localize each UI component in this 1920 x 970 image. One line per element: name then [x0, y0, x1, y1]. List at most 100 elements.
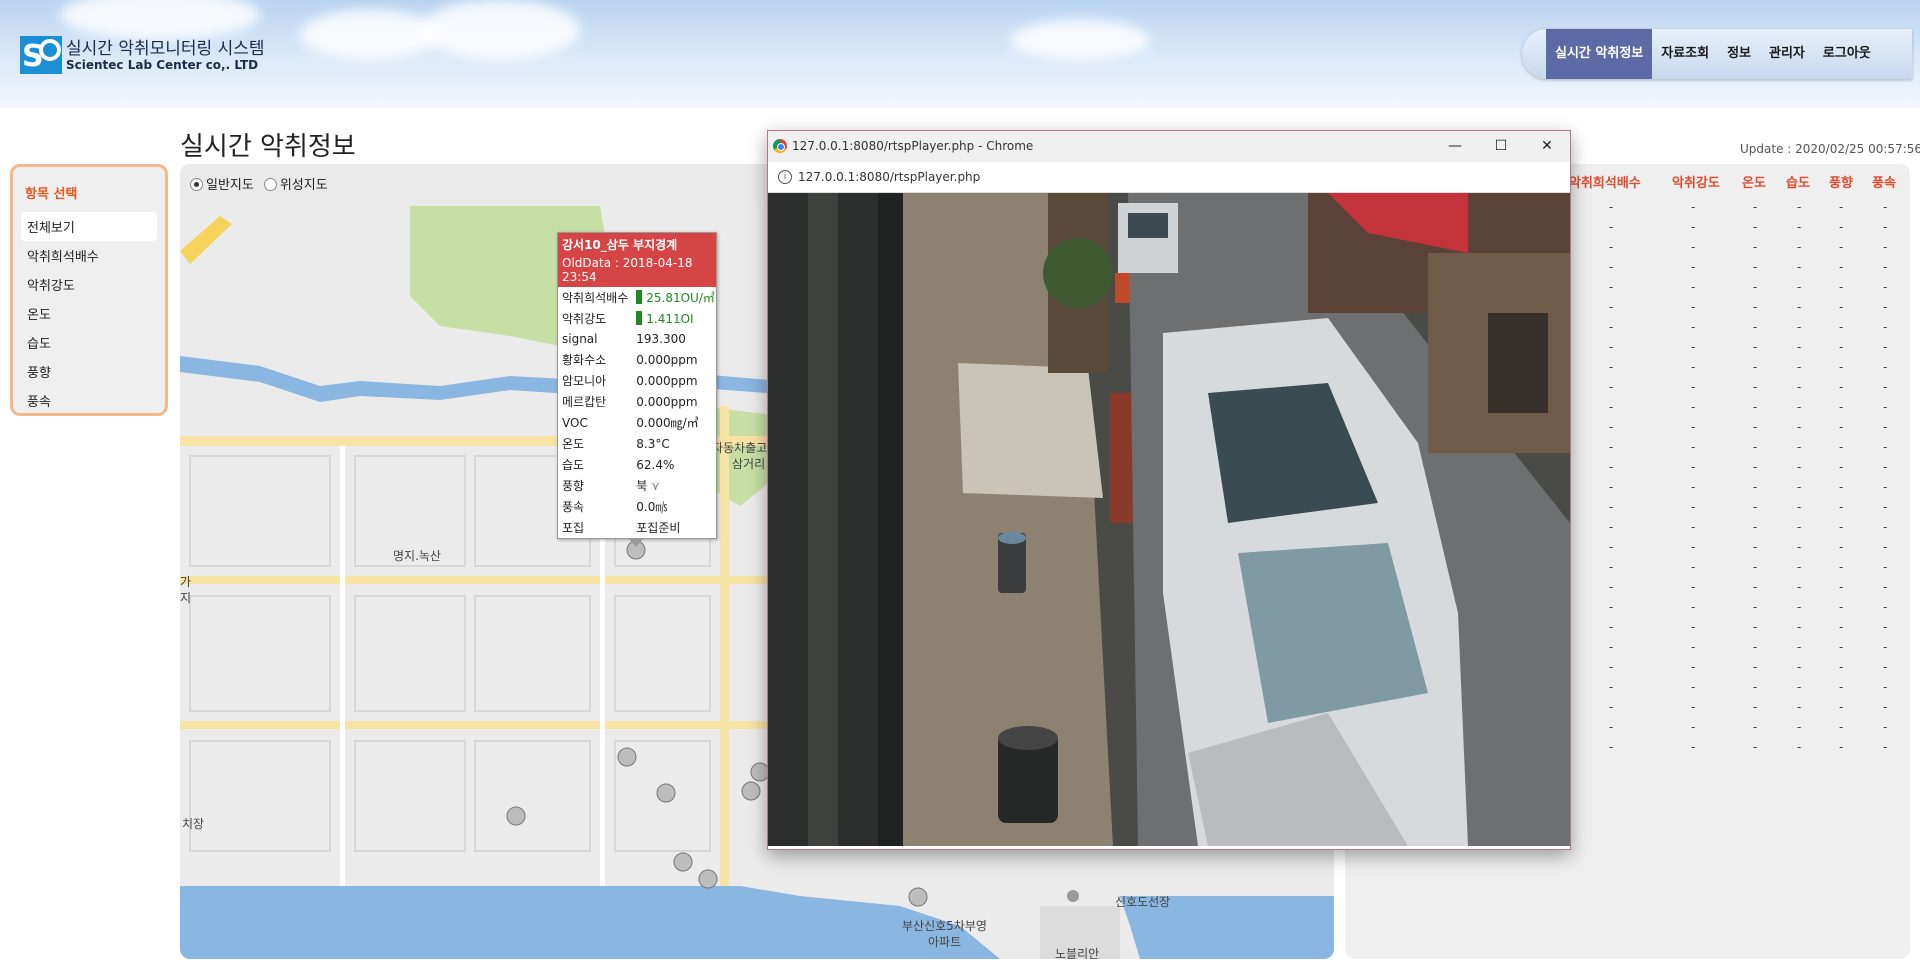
- col-header-dilution[interactable]: 악취희석배수: [1569, 172, 1641, 192]
- sensor-marker[interactable]: [741, 781, 761, 801]
- station-info-popup[interactable]: 강서10_삼두 부지경계 OldData : 2018-04-18 23:54 …: [557, 232, 719, 547]
- sensor-marker[interactable]: [908, 887, 928, 907]
- sensor-marker[interactable]: [1067, 890, 1079, 902]
- table-cell: -: [1691, 300, 1696, 314]
- table-cell: -: [1883, 240, 1888, 254]
- cloud-decoration: [420, 0, 580, 60]
- nav-info[interactable]: 정보: [1718, 29, 1760, 79]
- nav-realtime-odor[interactable]: 실시간 악취정보: [1546, 29, 1653, 79]
- table-cell: -: [1883, 480, 1888, 494]
- table-cell: -: [1883, 200, 1888, 214]
- table-cell: -: [1797, 260, 1802, 274]
- table-cell: -: [1609, 280, 1614, 294]
- table-cell: -: [1753, 620, 1758, 634]
- company-name: Scientec Lab Center co,. LTD: [66, 58, 259, 72]
- logo-icon: S: [20, 36, 62, 74]
- sidebar-item-wind-speed[interactable]: 풍속: [21, 386, 157, 415]
- old-data-timestamp: OldData : 2018-04-18 23:54: [562, 256, 693, 284]
- table-cell: -: [1883, 420, 1888, 434]
- table-cell: -: [1797, 580, 1802, 594]
- sensor-marker[interactable]: [617, 747, 637, 767]
- table-cell: -: [1691, 600, 1696, 614]
- table-cell: -: [1839, 220, 1844, 234]
- close-button[interactable]: ✕: [1524, 131, 1570, 162]
- table-cell: -: [1839, 360, 1844, 374]
- col-header-temperature[interactable]: 온도: [1742, 172, 1766, 192]
- measure-label: VOC: [562, 415, 588, 430]
- sidebar-item-temperature[interactable]: 온도: [21, 299, 157, 328]
- measure-value-cell: 1.411OI: [632, 308, 719, 329]
- table-cell: -: [1609, 500, 1614, 514]
- address-bar[interactable]: i 127.0.0.1:8080/rtspPlayer.php: [768, 162, 1570, 193]
- sidebar-item-all[interactable]: 전체보기: [21, 212, 157, 241]
- measure-label: 풍속: [562, 500, 585, 514]
- info-icon[interactable]: i: [778, 170, 792, 184]
- sensor-marker[interactable]: [506, 806, 526, 826]
- table-cell: -: [1839, 580, 1844, 594]
- radio-icon[interactable]: [190, 178, 203, 191]
- radio-icon[interactable]: [263, 178, 277, 191]
- table-cell: -: [1753, 740, 1758, 754]
- table-cell: -: [1883, 680, 1888, 694]
- table-cell: -: [1839, 340, 1844, 354]
- sensor-marker[interactable]: [698, 869, 718, 889]
- table-cell: -: [1883, 600, 1888, 614]
- table-cell: -: [1609, 420, 1614, 434]
- map-option-satellite[interactable]: 위성지도: [263, 174, 328, 193]
- chrome-icon: [773, 139, 787, 153]
- col-header-humidity[interactable]: 습도: [1786, 172, 1810, 192]
- table-cell: -: [1691, 500, 1696, 514]
- table-cell: -: [1691, 740, 1696, 754]
- nav-admin[interactable]: 관리자: [1760, 29, 1814, 79]
- table-cell: -: [1753, 380, 1758, 394]
- sidebar-item-wind-direction[interactable]: 풍향: [21, 357, 157, 386]
- col-header-wind-speed[interactable]: 풍속: [1872, 172, 1896, 192]
- map-label: 노블리안: [1055, 947, 1099, 959]
- table-cell: -: [1609, 660, 1614, 674]
- table-cell: -: [1883, 740, 1888, 754]
- table-cell: -: [1691, 720, 1696, 734]
- measure-value: 0.000ppm: [636, 352, 698, 367]
- table-cell: -: [1691, 520, 1696, 534]
- sidebar-item-dilution[interactable]: 악취희석배수: [21, 241, 157, 270]
- sensor-marker[interactable]: [673, 852, 693, 872]
- col-header-intensity[interactable]: 악취강도: [1672, 172, 1720, 192]
- table-cell: -: [1753, 440, 1758, 454]
- measure-value: 북: [636, 479, 648, 493]
- table-cell: -: [1883, 620, 1888, 634]
- map-label: 신호도선장: [1115, 895, 1170, 909]
- top-navigation: 실시간 악취정보 자료조회 정보 관리자 로그아웃: [1522, 29, 1912, 79]
- table-cell: -: [1753, 540, 1758, 554]
- table-cell: -: [1839, 460, 1844, 474]
- nav-data-search[interactable]: 자료조회: [1652, 29, 1718, 79]
- table-cell: -: [1797, 660, 1802, 674]
- table-cell: -: [1753, 400, 1758, 414]
- map-option-normal[interactable]: 일반지도: [190, 174, 254, 193]
- table-cell: -: [1691, 680, 1696, 694]
- sidebar-item-intensity[interactable]: 악취강도: [21, 270, 157, 299]
- col-header-wind-direction[interactable]: 풍향: [1829, 172, 1853, 192]
- table-cell: -: [1609, 340, 1614, 354]
- nav-logout[interactable]: 로그아웃: [1814, 29, 1880, 79]
- sidebar-item-humidity[interactable]: 습도: [21, 328, 157, 357]
- table-cell: -: [1753, 500, 1758, 514]
- cctv-player-window[interactable]: 127.0.0.1:8080/rtspPlayer.php - Chrome —…: [767, 130, 1571, 850]
- table-cell: -: [1691, 660, 1696, 674]
- table-cell: -: [1797, 240, 1802, 254]
- measure-label: 습도: [562, 458, 585, 472]
- maximize-button[interactable]: ☐: [1478, 131, 1524, 162]
- update-timestamp: Update : 2020/02/25 00:57:56: [1740, 142, 1920, 156]
- measure-value: 8.3°C: [636, 436, 670, 451]
- cctv-video-feed[interactable]: [768, 193, 1570, 846]
- table-cell: -: [1753, 360, 1758, 374]
- table-cell: -: [1609, 240, 1614, 254]
- sensor-marker[interactable]: [656, 783, 676, 803]
- table-cell: -: [1797, 620, 1802, 634]
- table-cell: -: [1753, 340, 1758, 354]
- table-cell: -: [1753, 300, 1758, 314]
- table-cell: -: [1691, 260, 1696, 274]
- table-cell: -: [1883, 580, 1888, 594]
- minimize-button[interactable]: —: [1432, 131, 1478, 162]
- measure-value: 0.0㎧: [636, 500, 668, 514]
- window-titlebar[interactable]: 127.0.0.1:8080/rtspPlayer.php - Chrome —…: [768, 131, 1570, 162]
